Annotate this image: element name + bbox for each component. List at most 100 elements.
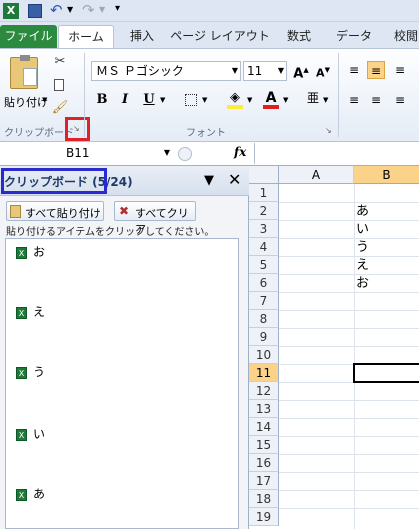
tab-data[interactable]: データ bbox=[328, 25, 380, 48]
row-header[interactable]: 14 bbox=[249, 418, 279, 436]
paste-dropdown-icon[interactable]: ▼ bbox=[42, 96, 47, 104]
align-middle-icon[interactable]: ≡ bbox=[367, 61, 385, 79]
font-name-dropdown-icon[interactable]: ▼ bbox=[232, 62, 238, 80]
clipboard-item[interactable]: Xう bbox=[16, 363, 45, 380]
borders-dropdown-icon[interactable]: ▼ bbox=[202, 96, 207, 104]
fill-color-dropdown-icon[interactable]: ▼ bbox=[247, 96, 252, 104]
paste-all-button[interactable]: すべて貼り付け bbox=[6, 201, 104, 221]
insert-function-icon[interactable]: fx bbox=[234, 145, 246, 159]
tab-home[interactable]: ホーム bbox=[58, 25, 114, 48]
pane-options-dropdown-icon[interactable]: ▼ bbox=[204, 173, 214, 188]
row-header[interactable]: 13 bbox=[249, 400, 279, 418]
row-header[interactable]: 1 bbox=[249, 184, 279, 202]
clipboard-item[interactable]: Xい bbox=[16, 425, 45, 442]
row-header[interactable]: 8 bbox=[249, 310, 279, 328]
quick-access-toolbar: X ↶ ▼ ↷ ▼ ▾ bbox=[0, 0, 419, 22]
undo-dropdown-icon[interactable]: ▼ bbox=[67, 5, 73, 14]
cut-icon[interactable]: ✂ bbox=[51, 53, 69, 71]
clipboard-item-text: え bbox=[33, 305, 46, 319]
worksheet-grid[interactable]: A B 1 2 3 4 5 6 7 8 9 10 11 12 13 14 15 … bbox=[249, 166, 419, 529]
fill-color-icon[interactable]: ◈ bbox=[226, 89, 244, 109]
column-header-b[interactable]: B bbox=[354, 166, 419, 184]
row-header[interactable]: 9 bbox=[249, 328, 279, 346]
row-header[interactable]: 17 bbox=[249, 472, 279, 490]
row-header[interactable]: 12 bbox=[249, 382, 279, 400]
font-color-letter: A bbox=[265, 90, 277, 106]
font-size-select[interactable]: 11 ▼ bbox=[243, 61, 287, 81]
column-header-a[interactable]: A bbox=[279, 166, 354, 184]
format-painter-icon[interactable]: 🖌 bbox=[51, 99, 69, 117]
undo-icon[interactable]: ↶ bbox=[50, 1, 63, 19]
formula-input[interactable] bbox=[254, 143, 419, 164]
cell-b5[interactable]: え bbox=[356, 257, 369, 275]
align-left-icon[interactable]: ≡ bbox=[345, 91, 363, 109]
row-header-selected[interactable]: 11 bbox=[249, 364, 279, 382]
bold-button[interactable]: B bbox=[93, 91, 111, 109]
row-header[interactable]: 5 bbox=[249, 256, 279, 274]
paste-all-icon bbox=[10, 205, 21, 218]
align-bottom-icon[interactable]: ≡ bbox=[391, 61, 409, 79]
font-color-dropdown-icon[interactable]: ▼ bbox=[283, 96, 288, 104]
tab-formulas[interactable]: 数式 bbox=[276, 25, 322, 48]
underline-button[interactable]: U bbox=[140, 91, 158, 109]
save-icon[interactable] bbox=[28, 4, 42, 18]
italic-button[interactable]: I bbox=[116, 91, 134, 109]
ribbon-home: 貼り付け ▼ ✂ 🖌 クリップボード ↘ ＭＳ Ｐゴシック ▼ 11 ▼ A▲ … bbox=[0, 48, 419, 142]
clipboard-item-text: い bbox=[33, 427, 46, 441]
borders-icon[interactable] bbox=[182, 91, 200, 109]
clear-all-icon: ✖ bbox=[119, 204, 130, 218]
row-header[interactable]: 16 bbox=[249, 454, 279, 472]
copy-icon[interactable] bbox=[51, 76, 69, 94]
row-header[interactable]: 10 bbox=[249, 346, 279, 364]
redo-icon[interactable]: ↷ bbox=[82, 1, 95, 19]
name-box[interactable]: B11 ▼ bbox=[2, 145, 172, 163]
active-cell-b11[interactable] bbox=[353, 363, 419, 383]
customize-qat-icon[interactable]: ▾ bbox=[115, 3, 120, 14]
clipboard-item[interactable]: Xえ bbox=[16, 303, 45, 320]
row-header[interactable]: 3 bbox=[249, 220, 279, 238]
grow-font-icon[interactable]: A▲ bbox=[292, 61, 310, 81]
formula-bar: B11 ▼ fx bbox=[0, 142, 419, 166]
select-all-corner[interactable] bbox=[249, 166, 279, 184]
excel-item-icon: X bbox=[16, 488, 27, 501]
align-top-icon[interactable]: ≡ bbox=[345, 61, 363, 79]
row-header[interactable]: 7 bbox=[249, 292, 279, 310]
font-size-dropdown-icon[interactable]: ▼ bbox=[278, 62, 284, 80]
row-header[interactable]: 19 bbox=[249, 508, 279, 526]
clipboard-launcher-icon[interactable]: ↘ bbox=[65, 117, 90, 141]
formula-bar-splitter[interactable] bbox=[178, 147, 192, 161]
tab-file[interactable]: ファイル bbox=[0, 25, 57, 48]
name-box-value: B11 bbox=[66, 146, 90, 160]
row-header[interactable]: 2 bbox=[249, 202, 279, 220]
tab-page-layout[interactable]: ページ レイアウト bbox=[170, 25, 270, 48]
close-pane-icon[interactable]: ✕ bbox=[228, 170, 241, 189]
font-name-value: ＭＳ Ｐゴシック bbox=[96, 64, 184, 78]
cell-b2[interactable]: あ bbox=[356, 203, 369, 221]
tab-review[interactable]: 校閲 bbox=[386, 25, 419, 48]
name-box-dropdown-icon[interactable]: ▼ bbox=[164, 148, 170, 157]
clipboard-item[interactable]: Xお bbox=[16, 243, 45, 260]
font-name-select[interactable]: ＭＳ Ｐゴシック ▼ bbox=[91, 61, 241, 81]
align-right-icon[interactable]: ≡ bbox=[391, 91, 409, 109]
font-group-label: フォント bbox=[186, 128, 226, 139]
align-center-icon[interactable]: ≡ bbox=[367, 91, 385, 109]
row-header[interactable]: 6 bbox=[249, 274, 279, 292]
cell-b4[interactable]: う bbox=[356, 239, 369, 257]
tab-insert[interactable]: 挿入 bbox=[118, 25, 166, 48]
clipboard-item[interactable]: Xあ bbox=[16, 485, 45, 502]
clear-all-button[interactable]: ✖ すべてクリア bbox=[114, 201, 196, 236]
cell-b6[interactable]: お bbox=[356, 275, 369, 293]
phonetic-dropdown-icon[interactable]: ▼ bbox=[323, 96, 328, 104]
row-header[interactable]: 15 bbox=[249, 436, 279, 454]
font-launcher-icon[interactable]: ↘ bbox=[325, 126, 332, 135]
paste-icon[interactable] bbox=[10, 55, 38, 89]
underline-dropdown-icon[interactable]: ▼ bbox=[160, 96, 165, 104]
shrink-font-icon[interactable]: A▼ bbox=[314, 61, 332, 80]
cell-b3[interactable]: い bbox=[356, 221, 369, 239]
redo-dropdown-icon[interactable]: ▼ bbox=[99, 5, 105, 14]
row-header[interactable]: 4 bbox=[249, 238, 279, 256]
excel-item-icon: X bbox=[16, 428, 27, 441]
font-color-icon[interactable]: A bbox=[262, 89, 280, 109]
phonetic-guide-icon[interactable]: 亜 bbox=[304, 89, 322, 107]
row-header[interactable]: 18 bbox=[249, 490, 279, 508]
